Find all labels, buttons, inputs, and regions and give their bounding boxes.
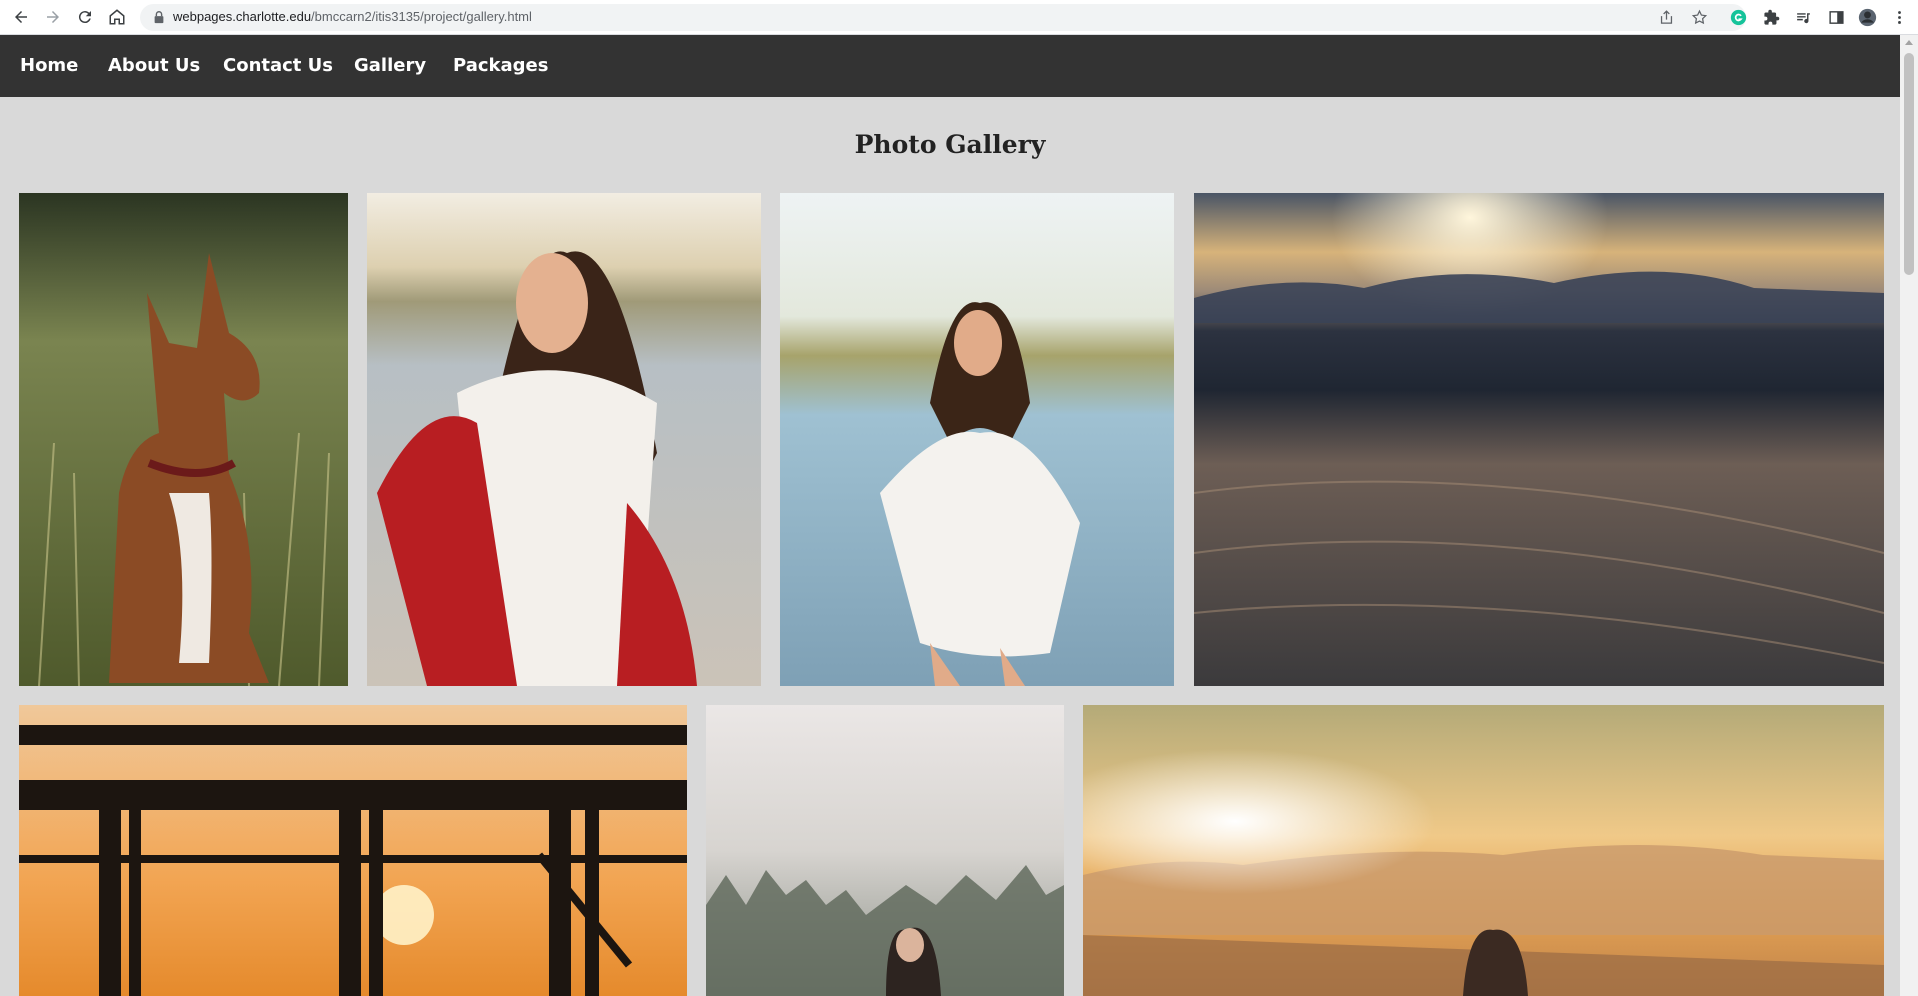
- forward-icon[interactable]: [42, 6, 64, 28]
- lock-icon: [154, 11, 164, 24]
- scroll-up-icon[interactable]: [1905, 40, 1913, 45]
- media-icon[interactable]: [1794, 8, 1813, 27]
- gallery-photo-woman-red-wrap[interactable]: [367, 193, 761, 686]
- profile-icon[interactable]: [1858, 8, 1877, 27]
- site-nav: Home About Us Contact Us Gallery Package…: [0, 35, 1900, 97]
- star-icon[interactable]: [1691, 9, 1708, 26]
- gallery-photo-pier[interactable]: [19, 705, 687, 996]
- nav-packages-link[interactable]: Packages: [453, 55, 548, 76]
- sidepanel-icon[interactable]: [1827, 8, 1846, 27]
- menu-icon[interactable]: [1890, 8, 1909, 27]
- back-icon[interactable]: [10, 6, 32, 28]
- reload-icon[interactable]: [74, 6, 96, 28]
- scroll-thumb[interactable]: [1904, 53, 1914, 275]
- gallery-photo-woman-white-dress[interactable]: [780, 193, 1174, 686]
- url-host: webpages.charlotte.edu: [173, 9, 312, 24]
- gallery-photo-sand-dunes[interactable]: [1194, 193, 1884, 686]
- address-bar[interactable]: webpages.charlotte.edu/bmccarn2/itis3135…: [140, 4, 1746, 31]
- extensions-icon[interactable]: [1762, 8, 1781, 27]
- nav-contact-us-link[interactable]: Contact Us: [223, 55, 333, 76]
- gallery-photo-sunset-dunes[interactable]: [1083, 705, 1884, 996]
- gallery-photo-dog[interactable]: [19, 193, 348, 686]
- url-path: /bmccarn2/itis3135/project/gallery.html: [311, 9, 532, 24]
- share-icon[interactable]: [1658, 9, 1675, 26]
- page-title: Photo Gallery: [854, 130, 1046, 159]
- nav-gallery-link[interactable]: Gallery: [354, 55, 426, 76]
- page-scrollbar[interactable]: [1900, 35, 1918, 996]
- nav-about-us-link[interactable]: About Us: [108, 55, 200, 76]
- home-icon[interactable]: [106, 6, 128, 28]
- browser-toolbar: webpages.charlotte.edu/bmccarn2/itis3135…: [0, 0, 1918, 35]
- grammarly-icon[interactable]: [1729, 8, 1748, 27]
- url-text[interactable]: webpages.charlotte.edu/bmccarn2/itis3135…: [173, 9, 532, 24]
- gallery-photo-foggy-forest[interactable]: [706, 705, 1064, 996]
- nav-home-link[interactable]: Home: [20, 55, 78, 76]
